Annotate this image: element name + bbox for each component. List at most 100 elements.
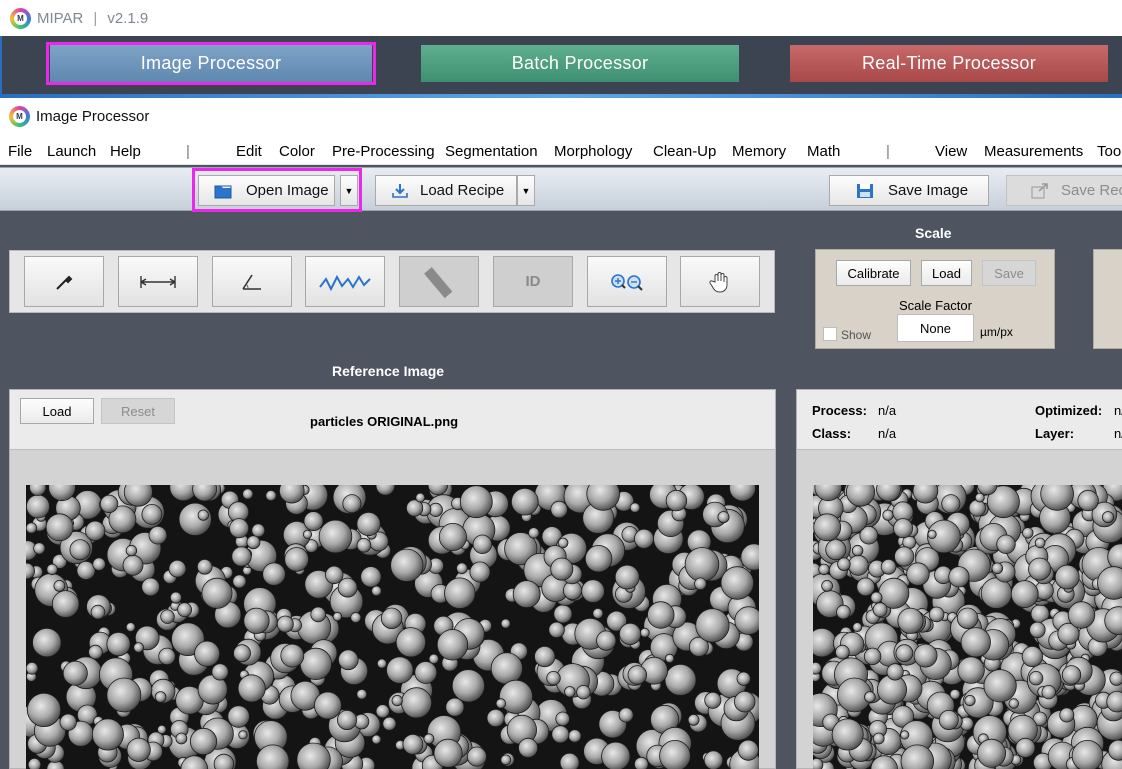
reference-load-button[interactable]: Load	[20, 398, 94, 424]
particle	[618, 622, 642, 645]
particle	[837, 557, 851, 571]
batch-processor-button[interactable]: Batch Processor	[421, 45, 739, 82]
particle	[386, 656, 414, 684]
particle	[864, 691, 876, 703]
particle	[229, 518, 250, 539]
particle	[490, 652, 523, 685]
particle	[125, 622, 136, 633]
particle	[445, 697, 465, 717]
line-profile-tool-button[interactable]	[305, 256, 385, 307]
particle	[534, 645, 556, 668]
particle	[510, 487, 539, 516]
particle	[596, 630, 617, 651]
load-recipe-dropdown[interactable]: ▼	[517, 175, 535, 206]
menu-color[interactable]: Color	[279, 143, 315, 160]
particle	[375, 704, 390, 719]
particle	[371, 734, 382, 745]
scale-load-button[interactable]: Load	[921, 260, 972, 286]
menu-preprocessing[interactable]: Pre-Processing	[332, 143, 435, 160]
particle	[451, 669, 485, 703]
particle	[27, 758, 42, 769]
particle	[231, 546, 252, 567]
menu-memory[interactable]: Memory	[732, 143, 786, 160]
particle	[414, 661, 438, 684]
particle	[949, 688, 961, 700]
pan-tool-button[interactable]	[680, 256, 760, 307]
particle	[847, 554, 869, 576]
reference-image-canvas[interactable]	[26, 485, 759, 769]
measure-line-tool-button[interactable]	[118, 256, 198, 307]
particle	[62, 660, 88, 686]
menu-segmentation[interactable]: Segmentation	[445, 143, 538, 160]
angle-icon	[242, 274, 261, 290]
particle	[99, 494, 119, 514]
particle	[1015, 737, 1036, 758]
particle	[684, 547, 720, 582]
load-recipe-label: Load Recipe	[420, 182, 505, 199]
particle	[299, 647, 332, 680]
class-value: n/a	[878, 426, 897, 441]
result-image-canvas[interactable]	[813, 485, 1122, 769]
mipar-logo-icon: M	[10, 7, 31, 29]
particle	[821, 580, 834, 592]
particles-image-result	[813, 485, 1122, 769]
reference-reset-button[interactable]: Reset	[101, 398, 175, 424]
particle	[825, 539, 847, 561]
particle	[729, 485, 756, 502]
scale-factor-field[interactable]: None	[897, 314, 974, 342]
angle-tool-button[interactable]	[212, 256, 292, 307]
particle	[872, 732, 885, 745]
menu-morphology[interactable]: Morphology	[554, 143, 632, 160]
particle	[687, 713, 700, 726]
eyedropper-tool-button[interactable]	[24, 256, 104, 307]
particle	[428, 653, 440, 665]
particle	[1008, 698, 1020, 709]
particle	[444, 577, 476, 609]
scale-unit-label: µm/px	[980, 325, 1013, 339]
menu-tools[interactable]: Too	[1097, 143, 1121, 160]
launcher-version: v2.1.9	[107, 9, 149, 27]
particle	[695, 608, 730, 643]
scale-save-button[interactable]: Save	[982, 260, 1036, 286]
launcher-separator: |	[93, 9, 98, 27]
calibrate-button[interactable]: Calibrate	[836, 260, 911, 286]
particle	[246, 535, 261, 550]
id-tool-button[interactable]: ID	[493, 256, 573, 307]
load-recipe-button[interactable]: Load Recipe	[375, 175, 517, 206]
menu-file[interactable]: File	[8, 143, 32, 160]
particle	[548, 621, 565, 639]
menu-cleanup[interactable]: Clean-Up	[653, 143, 716, 160]
particle	[495, 698, 507, 709]
show-scale-checkbox[interactable]	[823, 327, 837, 341]
eraser-tool-button[interactable]	[399, 256, 479, 307]
save-image-button[interactable]: Save Image	[829, 175, 989, 206]
particle	[356, 688, 368, 700]
particle	[433, 738, 463, 768]
menu-view[interactable]: View	[935, 143, 967, 160]
zoom-tool-button[interactable]	[587, 256, 667, 307]
reference-header: Load Reset particles ORIGINAL.png	[10, 390, 775, 450]
particle	[177, 602, 193, 618]
menu-help[interactable]: Help	[110, 143, 141, 160]
menu-math[interactable]: Math	[807, 143, 840, 160]
menu-measurements[interactable]: Measurements	[984, 143, 1083, 160]
particle	[280, 643, 305, 668]
particle	[380, 607, 403, 630]
menu-separator-2: |	[886, 143, 890, 160]
particle	[337, 649, 359, 671]
particle	[836, 604, 851, 620]
particle	[894, 546, 915, 567]
particle	[243, 607, 270, 634]
optimized-value: n/a	[1114, 403, 1122, 418]
particle	[980, 577, 1013, 609]
particle	[736, 671, 751, 686]
menu-launch[interactable]: Launch	[47, 143, 96, 160]
save-recipe-button[interactable]: Save Rec	[1006, 175, 1122, 206]
particle	[232, 574, 247, 589]
particle	[880, 559, 897, 575]
scale-panel: Calibrate Load Save Scale Factor None µm…	[815, 249, 1055, 349]
particle	[1041, 684, 1056, 700]
particle	[175, 732, 188, 745]
menu-edit[interactable]: Edit	[236, 143, 262, 160]
realtime-processor-button[interactable]: Real-Time Processor	[790, 45, 1108, 82]
